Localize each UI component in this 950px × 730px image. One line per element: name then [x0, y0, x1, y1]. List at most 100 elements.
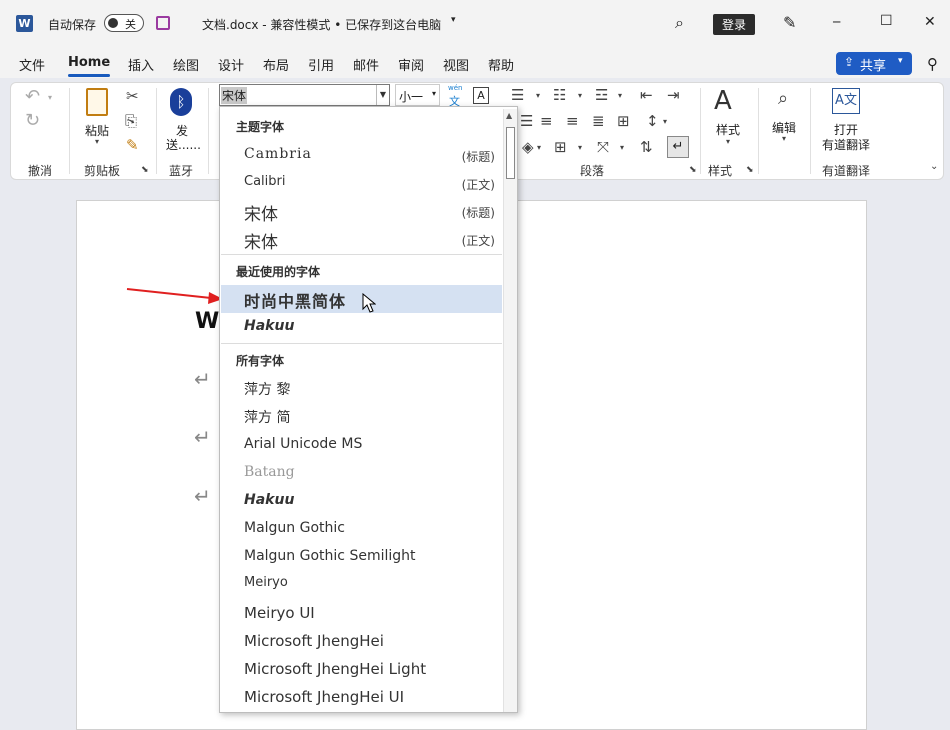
- font-item-label: Hakuu: [244, 492, 295, 508]
- font-item-label: Meiryo UI: [244, 604, 315, 622]
- scrollbar-thumb[interactable]: [506, 127, 515, 179]
- sort-icon[interactable]: ⇅: [640, 140, 653, 155]
- styles-button[interactable]: 样式: [716, 121, 740, 138]
- numbering-icon[interactable]: ☷: [553, 88, 566, 103]
- font-item[interactable]: 萍方 黎: [221, 374, 502, 402]
- font-size-combobox[interactable]: 小一 ▾: [395, 84, 440, 106]
- scroll-up-icon[interactable]: ▲: [506, 111, 512, 120]
- format-painter-icon[interactable]: ✎: [126, 138, 139, 153]
- tab-layout[interactable]: 布局: [263, 55, 289, 74]
- font-name-combobox[interactable]: 宋体 ▼: [219, 84, 390, 106]
- copy-icon[interactable]: ⎘: [125, 114, 137, 129]
- search-icon[interactable]: ⌕: [778, 90, 788, 108]
- bullets-icon[interactable]: ☰: [511, 88, 524, 103]
- chevron-down-icon[interactable]: ▾: [726, 138, 730, 146]
- profile-icon[interactable]: ⚲: [927, 55, 938, 73]
- font-item-hakuu-recent[interactable]: Hakuu: [221, 313, 502, 341]
- font-item-songti-body[interactable]: 宋体 (正文): [221, 225, 502, 253]
- tab-draw[interactable]: 绘图: [173, 55, 199, 74]
- close-button[interactable]: ✕: [924, 14, 936, 30]
- font-item-label: Microsoft JhengHei UI: [244, 688, 405, 706]
- font-dropdown[interactable]: 主题字体 Cambria (标题) Calibri (正文) 宋体 (标题) 宋…: [219, 106, 518, 713]
- open-translate-button-sub[interactable]: 有道翻译: [822, 136, 870, 153]
- dialog-launcher-icon[interactable]: ⬊: [746, 166, 754, 175]
- tab-file[interactable]: 文件: [19, 55, 45, 74]
- align-left-icon[interactable]: ☰: [520, 114, 533, 129]
- chevron-down-icon[interactable]: ▾: [537, 144, 541, 152]
- font-item-label: 萍方 简: [244, 410, 291, 426]
- chevron-down-icon[interactable]: ▼: [376, 85, 389, 105]
- maximize-button[interactable]: ☐: [880, 13, 893, 29]
- autosave-toggle[interactable]: 关: [104, 14, 144, 35]
- align-center-icon[interactable]: ≡: [540, 114, 553, 129]
- align-right-icon[interactable]: ≡: [566, 114, 579, 129]
- font-item[interactable]: Microsoft JhengHei: [221, 627, 502, 655]
- font-item[interactable]: Malgun Gothic: [221, 515, 502, 543]
- cut-icon[interactable]: ✂: [126, 89, 139, 104]
- dialog-launcher-icon[interactable]: ⬊: [141, 166, 149, 175]
- tab-home[interactable]: Home: [68, 55, 110, 70]
- character-border-icon[interactable]: A: [473, 87, 489, 104]
- font-item[interactable]: Microsoft JhengHei UI: [221, 683, 502, 711]
- font-item[interactable]: Microsoft JhengHei Light: [221, 655, 502, 683]
- phonetic-guide-icon[interactable]: wén: [448, 84, 462, 92]
- tab-help[interactable]: 帮助: [488, 55, 514, 74]
- collapse-ribbon-icon[interactable]: ⌄: [930, 162, 938, 172]
- chevron-down-icon[interactable]: ▾: [48, 94, 52, 102]
- chevron-down-icon[interactable]: ▾: [578, 144, 582, 152]
- font-item-songti-heading[interactable]: 宋体 (标题): [221, 197, 502, 225]
- show-marks-icon[interactable]: ↵: [667, 136, 689, 158]
- chevron-down-icon[interactable]: ▾: [620, 144, 624, 152]
- font-item[interactable]: Batang: [221, 459, 502, 487]
- font-item[interactable]: Malgun Gothic Semilight: [221, 543, 502, 571]
- font-name-input[interactable]: 宋体: [221, 87, 248, 104]
- dropdown-scrollbar[interactable]: ▲: [503, 109, 517, 712]
- save-icon[interactable]: [156, 16, 170, 30]
- font-item[interactable]: Meiryo: [221, 570, 502, 598]
- chevron-down-icon[interactable]: ▾: [782, 135, 786, 143]
- tab-view[interactable]: 视图: [443, 55, 469, 74]
- document-text[interactable]: W: [195, 309, 219, 334]
- font-item[interactable]: Hakuu: [221, 487, 502, 515]
- font-item[interactable]: Meiryo UI: [221, 599, 502, 627]
- minimize-button[interactable]: ─: [833, 15, 840, 29]
- document-title[interactable]: 文档.docx - 兼容性模式 • 已保存到这台电脑: [202, 16, 441, 33]
- tab-references[interactable]: 引用: [308, 55, 334, 74]
- all-fonts-header: 所有字体: [236, 354, 285, 368]
- share-button[interactable]: ⇪ 共享 ▾: [836, 52, 912, 75]
- chevron-down-icon[interactable]: ▾: [432, 89, 436, 98]
- undo-icon[interactable]: ↶: [25, 88, 40, 106]
- increase-indent-icon[interactable]: ⇥: [667, 88, 680, 103]
- chevron-down-icon[interactable]: ▾: [618, 92, 622, 100]
- brush-icon[interactable]: ✎: [783, 13, 796, 32]
- font-size-input[interactable]: 小一: [399, 88, 423, 105]
- tab-design[interactable]: 设计: [218, 55, 244, 74]
- distributed-icon[interactable]: ⊞: [617, 114, 630, 129]
- decrease-indent-icon[interactable]: ⇤: [640, 88, 653, 103]
- borders-icon[interactable]: ⊞: [554, 140, 567, 155]
- font-item[interactable]: Arial Unicode MS: [221, 431, 502, 459]
- tab-insert[interactable]: 插入: [128, 55, 154, 74]
- line-spacing-icon[interactable]: ↕: [646, 114, 659, 129]
- tab-review[interactable]: 审阅: [398, 55, 424, 74]
- chevron-down-icon[interactable]: ▾: [663, 118, 667, 126]
- shading-icon[interactable]: ◈: [522, 140, 534, 155]
- chevron-down-icon[interactable]: ▾: [578, 92, 582, 100]
- asian-layout-icon[interactable]: ⤧: [597, 140, 609, 155]
- font-item-cambria[interactable]: Cambria (标题): [221, 141, 502, 169]
- chevron-down-icon[interactable]: ▾: [536, 92, 540, 100]
- dialog-launcher-icon[interactable]: ⬊: [689, 166, 697, 175]
- multilevel-list-icon[interactable]: ☲: [595, 88, 608, 103]
- login-button[interactable]: 登录: [713, 14, 756, 35]
- send-button-more[interactable]: 送......: [166, 136, 201, 153]
- chevron-down-icon[interactable]: ▾: [95, 138, 99, 146]
- font-item-calibri[interactable]: Calibri (正文): [221, 169, 502, 197]
- justify-icon[interactable]: ≣: [592, 114, 605, 129]
- chevron-down-icon[interactable]: ▾: [451, 15, 456, 25]
- redo-icon[interactable]: ↻: [25, 112, 40, 130]
- tab-mailings[interactable]: 邮件: [353, 55, 379, 74]
- autosave-label: 自动保存: [48, 18, 97, 32]
- font-item[interactable]: 萍方 简: [221, 402, 502, 430]
- styles-icon[interactable]: A: [714, 88, 732, 114]
- search-icon[interactable]: ⌕: [675, 13, 684, 33]
